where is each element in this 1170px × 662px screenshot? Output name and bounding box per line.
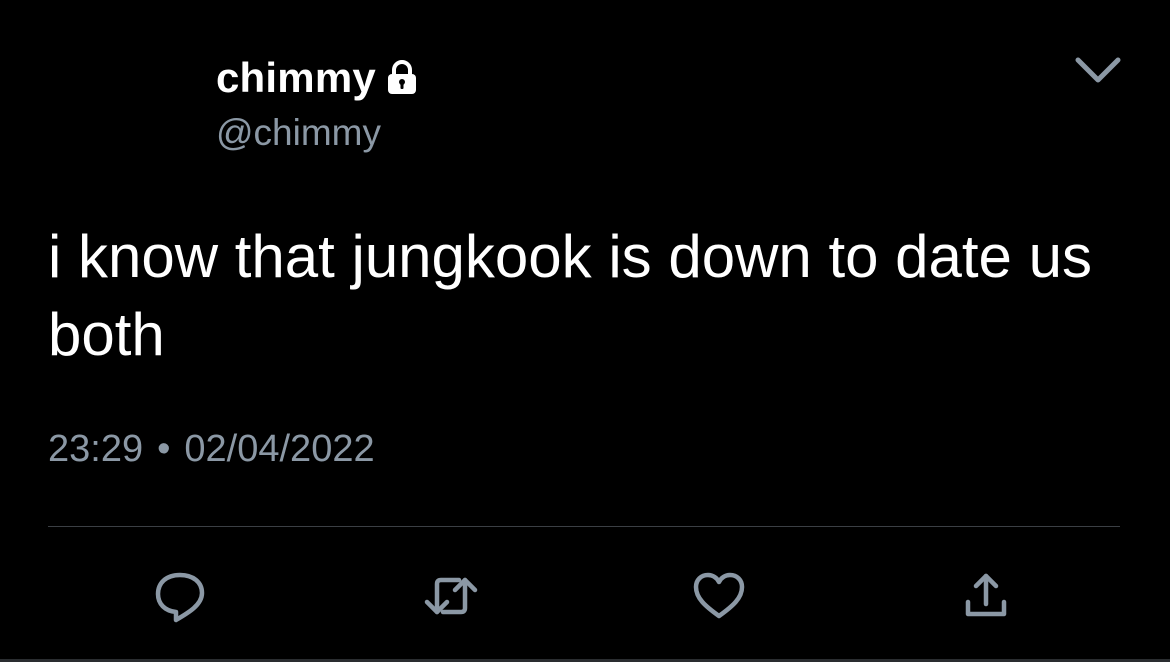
- heart-icon: [693, 572, 745, 619]
- lock-icon: [382, 58, 422, 98]
- like-button[interactable]: [691, 568, 747, 624]
- retweet-icon: [424, 577, 478, 615]
- tweet-text: i know that jungkook is down to date us …: [48, 223, 1092, 368]
- tweet-meta: 23:29 • 02/04/2022: [48, 428, 375, 471]
- reply-button[interactable]: [152, 568, 208, 624]
- meta-separator: •: [157, 428, 171, 470]
- chevron-down-icon[interactable]: [1070, 50, 1126, 90]
- user-name-row[interactable]: chimmy: [216, 50, 422, 106]
- divider: [48, 526, 1120, 527]
- tweet-card: chimmy @chimmy i know that jungkook is d…: [0, 0, 1170, 662]
- tweet-date: 02/04/2022: [184, 428, 375, 470]
- avatar[interactable]: [48, 50, 188, 180]
- reply-icon: [155, 572, 205, 623]
- tweet-time: 23:29: [48, 428, 144, 470]
- retweet-button[interactable]: [423, 568, 479, 624]
- user-handle[interactable]: @chimmy: [216, 112, 381, 154]
- share-icon: [965, 573, 1007, 617]
- share-button[interactable]: [958, 568, 1014, 624]
- display-name[interactable]: chimmy: [216, 54, 376, 102]
